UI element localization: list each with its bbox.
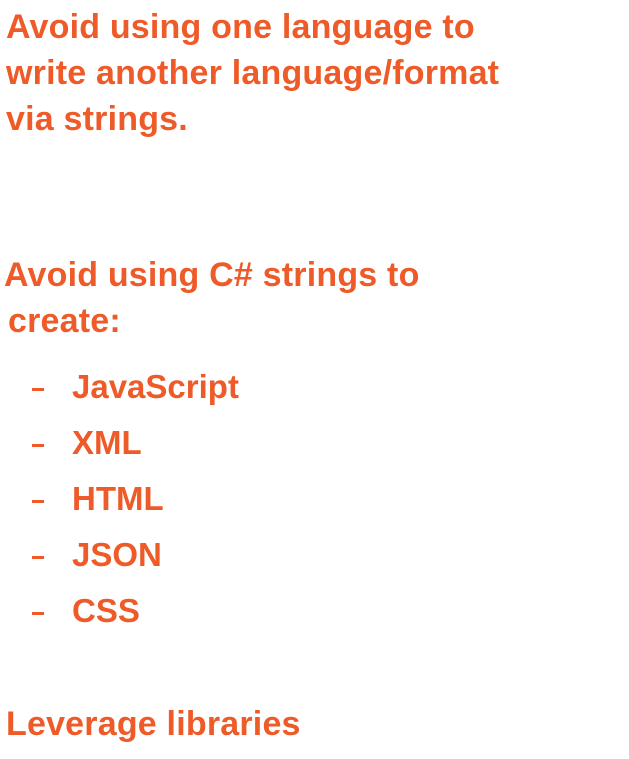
list-item-label: CSS <box>72 592 140 629</box>
point2-line-1: Avoid using C# strings to <box>4 256 420 294</box>
point1-line-2: write another language/format <box>6 54 500 92</box>
list-item: XML <box>32 415 239 471</box>
dash-bullet-icon <box>32 387 44 391</box>
slide: Avoid using one language to write anothe… <box>0 0 629 759</box>
point-avoid-one-language: Avoid using one language to write anothe… <box>6 10 499 148</box>
list-item: HTML <box>32 471 239 527</box>
point-avoid-csharp-strings: Avoid using C# strings to create: <box>4 258 420 350</box>
dash-bullet-icon <box>32 555 44 559</box>
list-item: JSON <box>32 527 239 583</box>
point1-line-1: Avoid using one language to <box>6 8 475 46</box>
list-item: CSS <box>32 583 239 639</box>
list-item: JavaScript <box>32 359 239 415</box>
list-item-label: HTML <box>72 480 164 517</box>
point3-text: Leverage libraries <box>6 705 301 743</box>
format-list: JavaScript XML HTML JSON CSS <box>32 359 239 639</box>
point2-line-2: create: <box>8 302 121 340</box>
point-leverage-libraries: Leverage libraries <box>6 707 301 753</box>
list-item-label: JavaScript <box>72 368 239 405</box>
list-item-label: XML <box>72 424 142 461</box>
point1-line-3: via strings. <box>6 100 188 138</box>
dash-bullet-icon <box>32 443 44 447</box>
dash-bullet-icon <box>32 611 44 615</box>
dash-bullet-icon <box>32 499 44 503</box>
list-item-label: JSON <box>72 536 162 573</box>
